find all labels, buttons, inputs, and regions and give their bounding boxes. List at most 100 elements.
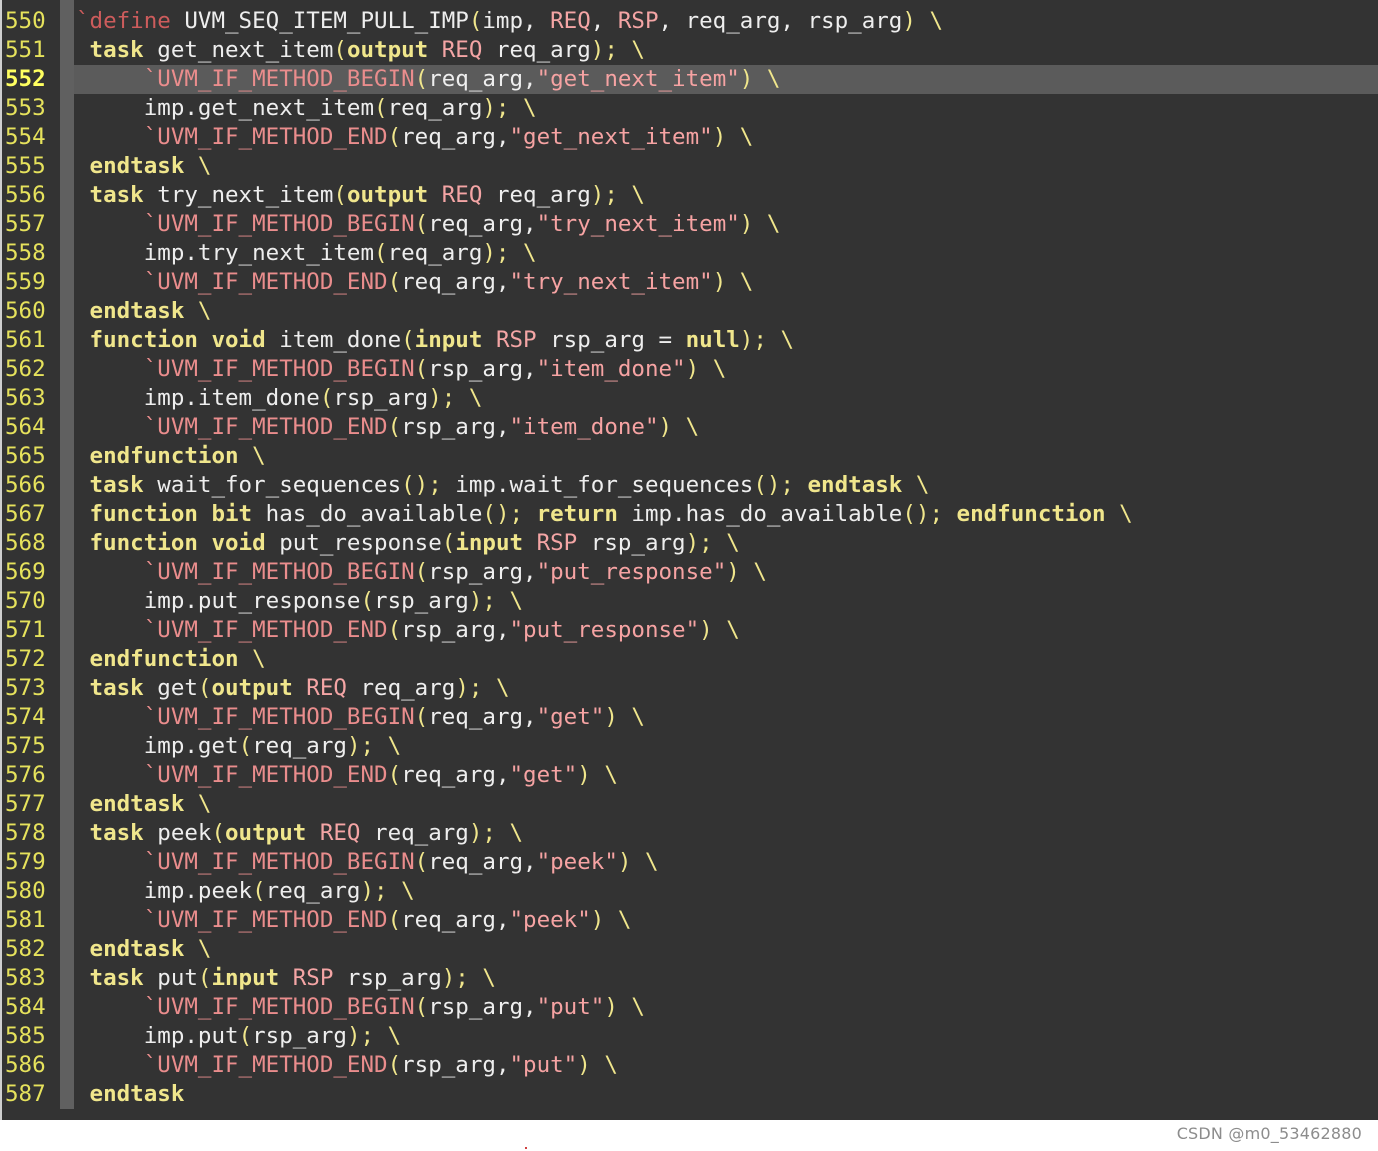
- code-token: `UVM_IF_METHOD_BEGIN: [143, 849, 415, 875]
- code-token: \: [739, 124, 754, 150]
- code-line[interactable]: 563 imp.item_done(rsp_arg); \: [2, 384, 1378, 413]
- line-number: 567: [5, 501, 46, 527]
- csdn-watermark: CSDN @m0_53462880: [1176, 1124, 1362, 1143]
- code-token: peek: [143, 820, 212, 846]
- code-token: `UVM_IF_METHOD_END: [143, 907, 388, 933]
- line-number: 570: [5, 588, 46, 614]
- code-token: \: [401, 878, 415, 904]
- code-line[interactable]: 574 `UVM_IF_METHOD_BEGIN(req_arg,"get") …: [2, 703, 1378, 732]
- line-number: 580: [5, 878, 46, 904]
- code-line[interactable]: 581 `UVM_IF_METHOD_END(req_arg,"peek") \: [2, 906, 1378, 935]
- code-line[interactable]: 560 endtask \: [2, 297, 1378, 326]
- code-text: imp.put_response(rsp_arg); \: [74, 587, 1378, 616]
- code-editor[interactable]: 550 `define UVM_SEQ_ITEM_PULL_IMP(imp, RE…: [0, 0, 1378, 1120]
- code-token: (: [441, 530, 456, 556]
- code-line[interactable]: 561 function void item_done(input RSP rs…: [2, 326, 1378, 355]
- code-line[interactable]: 570 imp.put_response(rsp_arg); \: [2, 587, 1378, 616]
- code-token: imp.wait_for_sequences: [441, 472, 754, 498]
- line-number: 575: [5, 733, 46, 759]
- code-token: (: [374, 95, 388, 121]
- code-line[interactable]: 552 `UVM_IF_METHOD_BEGIN(req_arg,"get_ne…: [2, 65, 1378, 94]
- code-text: `define UVM_SEQ_ITEM_PULL_IMP(imp, REQ , …: [74, 7, 1378, 36]
- code-line[interactable]: 587 endtask: [2, 1080, 1378, 1109]
- code-text: `UVM_IF_METHOD_END(rsp_arg,"item_done") …: [74, 413, 1378, 442]
- code-line[interactable]: 579 `UVM_IF_METHOD_BEGIN(req_arg,"peek")…: [2, 848, 1378, 877]
- code-line[interactable]: 558 imp.try_next_item(req_arg); \: [2, 239, 1378, 268]
- code-token: \: [780, 327, 794, 353]
- code-token: ): [590, 907, 605, 933]
- code-line[interactable]: 584 `UVM_IF_METHOD_BEGIN(rsp_arg,"put") …: [2, 993, 1378, 1022]
- code-line[interactable]: 585 imp.put(rsp_arg); \: [2, 1022, 1378, 1051]
- code-line[interactable]: 562 `UVM_IF_METHOD_BEGIN(rsp_arg,"item_d…: [2, 355, 1378, 384]
- code-token: RSP: [495, 327, 537, 353]
- code-line[interactable]: 554 `UVM_IF_METHOD_END(req_arg,"get_next…: [2, 123, 1378, 152]
- line-number: 566: [5, 472, 46, 498]
- code-line[interactable]: 550 `define UVM_SEQ_ITEM_PULL_IMP(imp, RE…: [2, 7, 1378, 36]
- code-line[interactable]: 555 endtask \: [2, 152, 1378, 181]
- code-line[interactable]: 575 imp.get(req_arg); \: [2, 732, 1378, 761]
- code-line[interactable]: 551 task get_next_item(output REQ req_ar…: [2, 36, 1378, 65]
- code-line[interactable]: 583 task put(input RSP rsp_arg); \: [2, 964, 1378, 993]
- line-number: 586: [5, 1052, 46, 1078]
- code-line[interactable]: 571 `UVM_IF_METHOD_END(rsp_arg,"put_resp…: [2, 616, 1378, 645]
- code-text: imp.put(rsp_arg); \: [74, 1022, 1378, 1051]
- code-line[interactable]: 566 task wait_for_sequences(); imp.wait_…: [2, 471, 1378, 500]
- code-line[interactable]: 568 function void put_response(input RSP…: [2, 529, 1378, 558]
- code-line[interactable]: 580 imp.peek(req_arg); \: [2, 877, 1378, 906]
- code-line[interactable]: 557 `UVM_IF_METHOD_BEGIN(req_arg,"try_ne…: [2, 210, 1378, 239]
- code-line[interactable]: 576 `UVM_IF_METHOD_END(req_arg,"get") \: [2, 761, 1378, 790]
- code-token: input: [414, 327, 483, 353]
- code-token: (: [374, 240, 388, 266]
- code-line[interactable]: 559 `UVM_IF_METHOD_END(req_arg,"try_next…: [2, 268, 1378, 297]
- code-line[interactable]: 578 task peek(output REQ req_arg); \: [2, 819, 1378, 848]
- line-number: 577: [5, 791, 46, 817]
- code-line[interactable]: 573 task get(output REQ req_arg); \: [2, 674, 1378, 703]
- code-token: `UVM_IF_METHOD_END: [143, 269, 388, 295]
- code-text: function void put_response(input RSP rsp…: [74, 529, 1378, 558]
- code-token: (: [414, 704, 429, 730]
- code-line[interactable]: 586 `UVM_IF_METHOD_END(rsp_arg,"put") \: [2, 1051, 1378, 1080]
- code-token: (: [333, 37, 347, 63]
- line-number: 573: [5, 675, 46, 701]
- code-text: endtask: [74, 1080, 1378, 1109]
- code-line[interactable]: 569 `UVM_IF_METHOD_BEGIN(rsp_arg,"put_re…: [2, 558, 1378, 587]
- code-token: rsp_arg,: [401, 414, 510, 440]
- code-line[interactable]: 564 `UVM_IF_METHOD_END(rsp_arg,"item_don…: [2, 413, 1378, 442]
- code-line[interactable]: 567 function bit has_do_available(); ret…: [2, 500, 1378, 529]
- code-token: );: [590, 37, 618, 63]
- code-line[interactable]: 582 endtask \: [2, 935, 1378, 964]
- line-number: 557: [5, 211, 46, 237]
- code-line[interactable]: 572 endfunction \: [2, 645, 1378, 674]
- code-line[interactable]: 565 endfunction \: [2, 442, 1378, 471]
- code-token: task: [89, 820, 144, 846]
- code-token: (: [387, 1052, 402, 1078]
- code-line[interactable]: 553 imp.get_next_item(req_arg); \: [2, 94, 1378, 123]
- code-line[interactable]: 577 endtask \: [2, 790, 1378, 819]
- code-token: "item_done": [536, 356, 686, 382]
- line-number: 564: [5, 414, 46, 440]
- code-token: req_arg: [265, 878, 361, 904]
- code-token: imp.peek: [76, 878, 253, 904]
- code-token: bit: [211, 501, 253, 527]
- code-token: function: [89, 327, 198, 353]
- code-line[interactable]: 556 task try_next_item(output REQ req_ar…: [2, 181, 1378, 210]
- code-token: ): [577, 762, 591, 788]
